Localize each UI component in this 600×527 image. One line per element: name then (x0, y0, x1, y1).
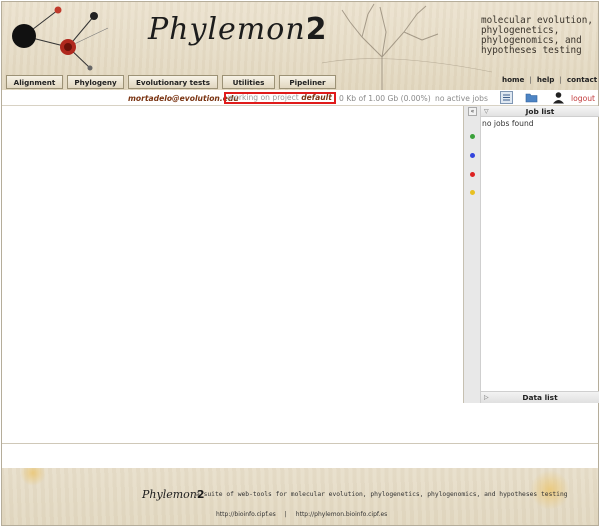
phylemon-link[interactable]: http://phylemon.bioinfo.cipf.es (296, 511, 388, 518)
tab-phylogeny[interactable]: Phylogeny (67, 75, 124, 89)
storage-usage: 0 Kb of 1.00 Gb (0.00%) (339, 94, 431, 103)
footer: Phylemon2 a suite of web-tools for molec… (2, 468, 598, 525)
status-bar: mortadelo@evolution.edu working on proje… (2, 90, 598, 106)
tab-utilities[interactable]: Utilities (222, 75, 275, 89)
header-banner: Phylemon2 molecular evolution, phylogene… (2, 2, 598, 90)
project-name: default (301, 93, 332, 102)
brand-title: Phylemon2 (148, 12, 328, 47)
top-links: home | help | contact (502, 75, 597, 84)
decorative-stain (530, 470, 570, 510)
status-dot-blue[interactable] (470, 153, 475, 158)
tab-alignment[interactable]: Alignment (6, 75, 63, 89)
header-tagline: molecular evolution, phylogenetics, phyl… (481, 15, 593, 56)
side-toolbar: « (464, 106, 481, 403)
project-indicator[interactable]: working on project default (224, 92, 336, 104)
chevron-right-icon: ▷ (484, 394, 489, 401)
project-label: working on project (228, 93, 302, 102)
job-list-empty: no jobs found (482, 119, 534, 128)
main-nav-tabs: Alignment Phylogeny Evolutionary tests U… (6, 75, 336, 89)
status-dot-green[interactable] (470, 134, 475, 139)
user-email: mortadelo@evolution.edu (128, 94, 239, 103)
link-separator: | (529, 75, 532, 84)
help-link[interactable]: help (537, 75, 555, 84)
chevron-down-icon: ▽ (484, 108, 489, 115)
content-divider (2, 443, 598, 444)
phylemon-logo-art (12, 6, 109, 71)
job-list-title: Job list (525, 107, 555, 116)
bioinfo-link[interactable]: http://bioinfo.cipf.es (216, 511, 276, 518)
tree-watermark-art (322, 3, 492, 90)
collapse-panel-button[interactable]: « (468, 107, 477, 116)
footer-links: http://bioinfo.cipf.es | http://phylemon… (216, 511, 387, 518)
tab-evolutionary-tests[interactable]: Evolutionary tests (128, 75, 218, 89)
user-icon[interactable] (552, 91, 565, 104)
job-list-header[interactable]: ▽ Job list (481, 106, 599, 117)
footer-tagline: a suite of web-tools for molecular evolu… (196, 491, 568, 498)
link-separator: | (284, 511, 287, 518)
home-link[interactable]: home (502, 75, 524, 84)
folder-icon[interactable] (525, 91, 538, 104)
active-jobs-count: no active jobs (435, 94, 488, 103)
status-dot-red[interactable] (470, 172, 475, 177)
list-icon[interactable] (500, 91, 513, 104)
app-window: Phylemon2 molecular evolution, phylogene… (1, 1, 599, 526)
logout-link[interactable]: logout (571, 94, 595, 103)
data-list-title: Data list (522, 393, 558, 402)
status-dot-yellow[interactable] (470, 190, 475, 195)
contact-link[interactable]: contact (567, 75, 597, 84)
data-list-header[interactable]: ▷ Data list (481, 391, 599, 403)
link-separator: | (559, 75, 562, 84)
tab-pipeliner[interactable]: Pipeliner (279, 75, 336, 89)
side-panel: « ▽ Job list no jobs found ▷ Data list (463, 106, 599, 403)
